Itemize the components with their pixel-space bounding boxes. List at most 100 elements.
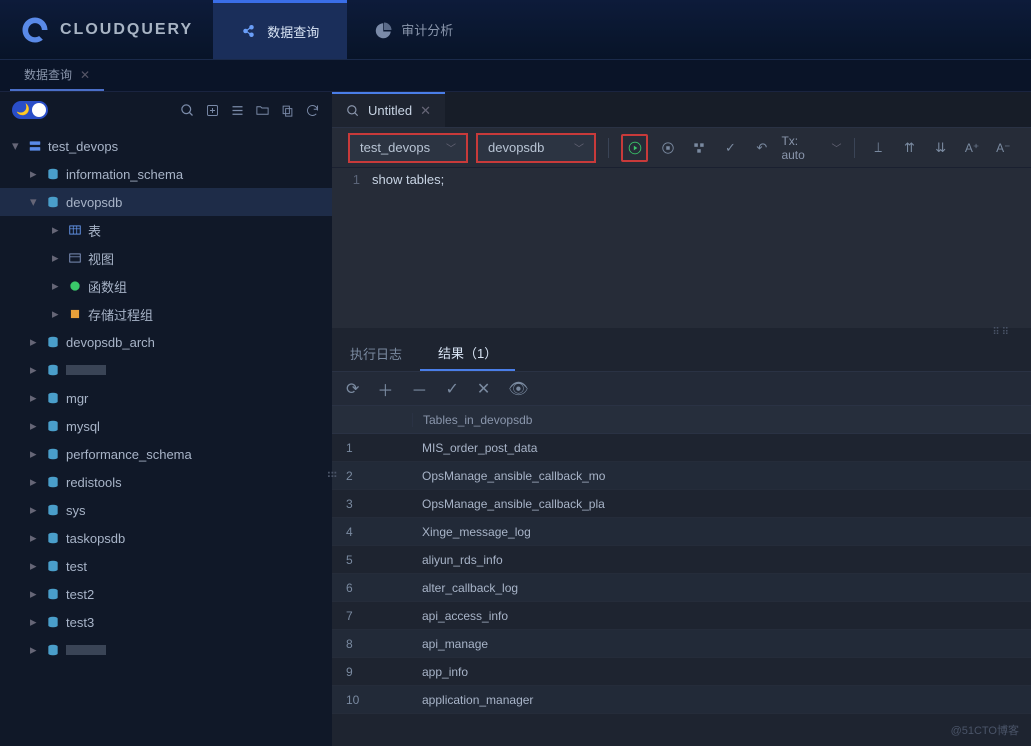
row-index: 4 xyxy=(332,525,412,539)
db-icon xyxy=(46,335,60,349)
view-icon xyxy=(68,251,82,265)
tree-item-test_devops[interactable]: ▾test_devops xyxy=(0,132,332,160)
cell-value[interactable]: OpsManage_ansible_callback_pla xyxy=(412,497,1031,511)
table-row[interactable]: 10application_manager xyxy=(332,686,1031,714)
tree-item-label: test3 xyxy=(66,615,94,630)
cell-value[interactable]: MIS_order_post_data xyxy=(412,441,1031,455)
list-icon[interactable] xyxy=(230,103,245,118)
close-icon[interactable]: ✕ xyxy=(420,103,431,119)
cell-value[interactable]: aliyun_rds_info xyxy=(412,553,1031,567)
search-icon[interactable] xyxy=(180,103,195,118)
table-row[interactable]: 1MIS_order_post_data xyxy=(332,434,1031,462)
tree-item-test[interactable]: ▸test xyxy=(0,552,332,580)
cell-value[interactable]: Xinge_message_log xyxy=(412,525,1031,539)
add-icon[interactable] xyxy=(205,103,220,118)
drag-handle[interactable]: ⠿⠿ xyxy=(332,328,1031,336)
tree-item-information_schema[interactable]: ▸information_schema xyxy=(0,160,332,188)
tree-item-devopsdb_arch[interactable]: ▸devopsdb_arch xyxy=(0,328,332,356)
cell-value[interactable]: app_info xyxy=(412,665,1031,679)
table-row[interactable]: 6alter_callback_log xyxy=(332,574,1031,602)
tree-item-label: test xyxy=(66,559,87,574)
chevron-down-icon: ﹀ xyxy=(574,140,584,155)
side-drag-handle[interactable]: ⠿ xyxy=(324,470,338,481)
tree-item-taskopsdb[interactable]: ▸taskopsdb xyxy=(0,524,332,552)
tree-item-mgr[interactable]: ▸mgr xyxy=(0,384,332,412)
font-increase-button[interactable]: A⁺ xyxy=(960,136,983,160)
commit-button[interactable]: ✓ xyxy=(719,136,742,160)
table-row[interactable]: 4Xinge_message_log xyxy=(332,518,1031,546)
tree-item-表[interactable]: ▸表 xyxy=(0,216,332,244)
folder-icon[interactable] xyxy=(255,103,270,118)
tree-item-label xyxy=(66,363,106,378)
app-header: CLOUDQUERY 数据查询 审计分析 xyxy=(0,0,1031,60)
cancel-button[interactable]: ✕ xyxy=(477,379,490,399)
editor-tab-untitled[interactable]: Untitled ✕ xyxy=(332,92,445,127)
format-button[interactable]: ⟘ xyxy=(867,136,890,160)
table-row[interactable]: 8api_manage xyxy=(332,630,1031,658)
connection-dropdown[interactable]: test_devops ﹀ xyxy=(348,133,468,163)
tree-item-函数组[interactable]: ▸函数组 xyxy=(0,272,332,300)
stop-button[interactable] xyxy=(656,136,679,160)
chevron-icon: ▾ xyxy=(12,138,22,154)
refresh-button[interactable]: ⟳ xyxy=(346,379,359,399)
close-icon[interactable]: ✕ xyxy=(80,68,90,82)
result-tab-log[interactable]: 执行日志 xyxy=(332,336,420,371)
brand-logo: CLOUDQUERY xyxy=(0,15,213,45)
chevron-down-icon[interactable]: ﹀ xyxy=(832,140,842,155)
database-dropdown[interactable]: devopsdb ﹀ xyxy=(476,133,596,163)
add-row-button[interactable]: ＋ xyxy=(377,377,393,401)
tree-item-label: taskopsdb xyxy=(66,531,125,546)
cell-value[interactable]: api_access_info xyxy=(412,609,1031,623)
sub-tab-label: 数据查询 xyxy=(24,66,72,83)
tx-mode[interactable]: Tx: auto xyxy=(781,134,823,162)
tree-item-视图[interactable]: ▸视图 xyxy=(0,244,332,272)
tree-item-devopsdb[interactable]: ▾devopsdb xyxy=(0,188,332,216)
cell-value[interactable]: OpsManage_ansible_callback_mo xyxy=(412,469,1031,483)
collapse-down-button[interactable]: ⇊ xyxy=(929,136,952,160)
nav-tab-audit[interactable]: 审计分析 xyxy=(347,0,481,59)
cell-value[interactable]: api_manage xyxy=(412,637,1031,651)
sub-tab-data-query[interactable]: 数据查询 ✕ xyxy=(10,60,104,91)
db-icon xyxy=(46,391,60,405)
column-header[interactable]: Tables_in_devopsdb xyxy=(412,413,1031,427)
theme-toggle[interactable]: 🌙 xyxy=(12,101,48,119)
tree-item-存储过程组[interactable]: ▸存储过程组 xyxy=(0,300,332,328)
table-row[interactable]: 2OpsManage_ansible_callback_mo xyxy=(332,462,1031,490)
table-row[interactable]: 9app_info xyxy=(332,658,1031,686)
tree-item-redacted[interactable]: ▸ xyxy=(0,356,332,384)
tree-item-mysql[interactable]: ▸mysql xyxy=(0,412,332,440)
explain-button[interactable] xyxy=(688,136,711,160)
sidebar-toolbar: 🌙 xyxy=(0,92,332,128)
table-row[interactable]: 5aliyun_rds_info xyxy=(332,546,1031,574)
tree-item-performance_schema[interactable]: ▸performance_schema xyxy=(0,440,332,468)
run-button[interactable] xyxy=(621,134,648,162)
result-tab-result[interactable]: 结果（1） xyxy=(420,336,515,371)
collapse-up-button[interactable]: ⇈ xyxy=(898,136,921,160)
table-row[interactable]: 3OpsManage_ansible_callback_pla xyxy=(332,490,1031,518)
row-index: 8 xyxy=(332,637,412,651)
copy-icon[interactable] xyxy=(280,103,295,118)
cell-value[interactable]: application_manager xyxy=(412,693,1031,707)
nav-tab-data-query[interactable]: 数据查询 xyxy=(213,0,347,59)
query-icon xyxy=(241,22,259,40)
refresh-icon[interactable] xyxy=(305,103,320,118)
apply-button[interactable]: ✓ xyxy=(445,379,458,399)
chevron-icon: ▸ xyxy=(30,362,40,378)
sql-editor[interactable]: 1 show tables; xyxy=(332,168,1031,328)
tree-item-redistools[interactable]: ▸redistools xyxy=(0,468,332,496)
chevron-icon: ▸ xyxy=(30,614,40,630)
font-decrease-button[interactable]: A⁻ xyxy=(992,136,1015,160)
tree-item-test2[interactable]: ▸test2 xyxy=(0,580,332,608)
tree-item-sys[interactable]: ▸sys xyxy=(0,496,332,524)
chevron-icon: ▸ xyxy=(52,250,62,266)
cell-value[interactable]: alter_callback_log xyxy=(412,581,1031,595)
tree-item-redacted[interactable]: ▸ xyxy=(0,636,332,664)
tree-item-test3[interactable]: ▸ test3 xyxy=(0,608,332,636)
table-row[interactable]: 7api_access_info xyxy=(332,602,1031,630)
editor-code[interactable]: show tables; xyxy=(372,172,1031,328)
sidebar: 🌙 ▾test_devops▸information_schema▾devops… xyxy=(0,92,332,746)
tree-item-label: redistools xyxy=(66,475,122,490)
rollback-button[interactable]: ↶ xyxy=(750,136,773,160)
view-button[interactable]: 👁 xyxy=(508,379,528,399)
delete-row-button[interactable]: － xyxy=(411,377,427,401)
